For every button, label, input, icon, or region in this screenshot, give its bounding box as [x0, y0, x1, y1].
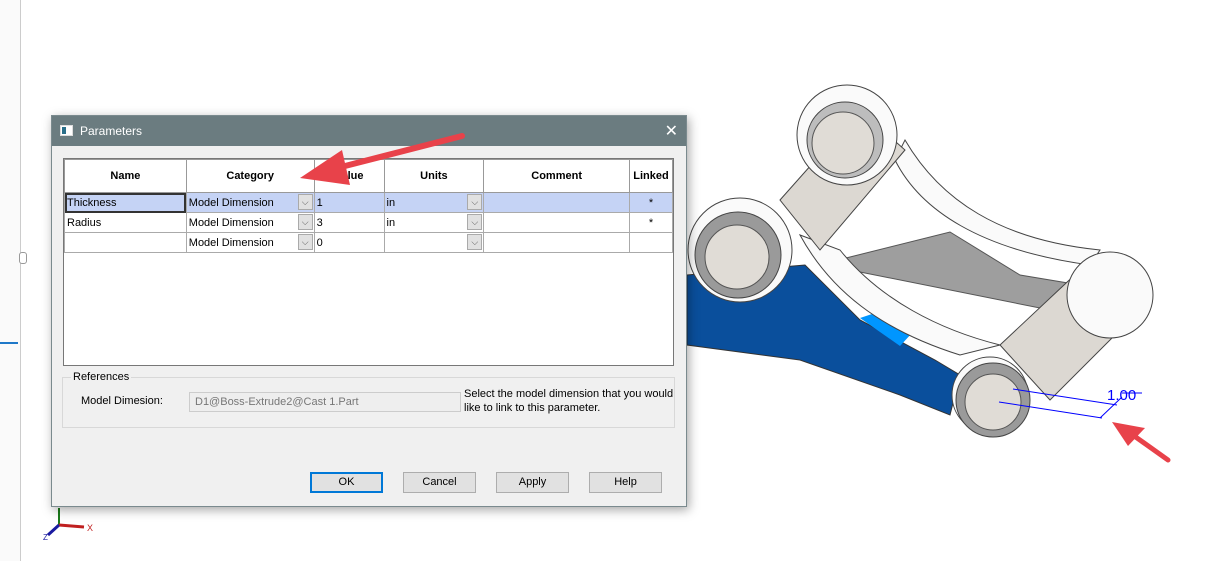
column-header-units[interactable]: Units	[383, 159, 485, 193]
units-text: in	[386, 196, 396, 209]
references-label: References	[71, 371, 132, 383]
parameters-table: Name Category Value Units Comment Linked…	[63, 158, 674, 366]
dimension-label[interactable]: 1.00	[1107, 387, 1136, 404]
linked-text: *	[648, 196, 654, 209]
references-group: References Model Dimesion: D1@Boss-Extru…	[62, 371, 675, 428]
model-left-hole	[704, 224, 770, 290]
model-right-back-boss	[1066, 251, 1154, 339]
column-header-category[interactable]: Category	[185, 159, 315, 193]
model-dimension-label: Model Dimesion:	[81, 395, 163, 407]
category-cell[interactable]: Model Dimension ⌵	[185, 212, 315, 233]
dialog-title: Parameters	[80, 124, 143, 138]
table-row[interactable]: Radius Model Dimension ⌵ 3 in ⌵ *	[64, 212, 674, 233]
units-cell[interactable]: in ⌵	[383, 212, 485, 233]
model-dimension-help-text: Select the model dimension that you woul…	[464, 388, 674, 414]
model-back-boss-face	[811, 111, 875, 175]
chevron-down-icon[interactable]: ⌵	[467, 234, 483, 250]
name-cell[interactable]: Radius	[64, 212, 187, 233]
linked-cell[interactable]	[628, 232, 674, 253]
value-text: 1	[316, 196, 323, 209]
value-text: 0	[316, 236, 323, 249]
units-cell[interactable]: ⌵	[383, 232, 485, 253]
close-icon[interactable]: ✕	[665, 121, 678, 141]
model-right-front-hole	[964, 373, 1022, 431]
value-cell[interactable]: 1	[313, 192, 385, 213]
chevron-down-icon[interactable]: ⌵	[297, 214, 313, 230]
category-text: Model Dimension	[188, 196, 274, 209]
column-header-value[interactable]: Value	[313, 159, 385, 193]
category-cell[interactable]: Model Dimension ⌵	[185, 192, 315, 213]
chevron-down-icon[interactable]: ⌵	[297, 194, 313, 210]
chevron-down-icon[interactable]: ⌵	[467, 214, 483, 230]
triad-icon	[46, 508, 85, 537]
comment-cell[interactable]	[483, 232, 630, 253]
units-cell[interactable]: in ⌵	[383, 192, 485, 213]
ok-button[interactable]: OK	[310, 472, 383, 493]
annotation-arrow-icon	[1112, 422, 1171, 463]
linked-cell[interactable]: *	[628, 192, 674, 213]
linked-cell[interactable]: *	[628, 212, 674, 233]
units-text: in	[386, 216, 396, 229]
value-text: 3	[316, 216, 323, 229]
axis-z-label: Z	[43, 533, 48, 542]
name-cell[interactable]	[64, 232, 187, 253]
comment-cell[interactable]	[483, 192, 630, 213]
column-header-comment[interactable]: Comment	[483, 159, 630, 193]
name-text: Thickness	[67, 196, 117, 209]
column-header-linked[interactable]: Linked	[628, 159, 674, 193]
cancel-button[interactable]: Cancel	[403, 472, 476, 493]
name-text: Radius	[67, 216, 102, 229]
category-text: Model Dimension	[188, 236, 274, 249]
category-cell[interactable]: Model Dimension ⌵	[185, 232, 315, 253]
chevron-down-icon[interactable]: ⌵	[467, 194, 483, 210]
chevron-down-icon[interactable]: ⌵	[297, 234, 313, 250]
parameters-dialog: Parameters ✕ Name Category Value Units C…	[51, 115, 687, 507]
name-cell[interactable]: Thickness	[64, 192, 187, 213]
table-row[interactable]: Model Dimension ⌵ 0 ⌵	[64, 232, 674, 253]
app-icon	[60, 125, 73, 136]
dialog-title-bar[interactable]: Parameters ✕	[52, 116, 686, 146]
help-button[interactable]: Help	[589, 472, 662, 493]
table-row[interactable]: Thickness Model Dimension ⌵ 1 in ⌵ *	[64, 192, 674, 213]
model-dimension-field[interactable]: D1@Boss-Extrude2@Cast 1.Part	[189, 392, 461, 412]
linked-text: *	[648, 216, 654, 229]
comment-cell[interactable]	[483, 212, 630, 233]
axis-x-label: X	[87, 523, 93, 533]
apply-button[interactable]: Apply	[496, 472, 569, 493]
value-cell[interactable]: 0	[313, 232, 385, 253]
category-text: Model Dimension	[188, 216, 274, 229]
column-header-name[interactable]: Name	[64, 159, 187, 193]
value-cell[interactable]: 3	[313, 212, 385, 233]
